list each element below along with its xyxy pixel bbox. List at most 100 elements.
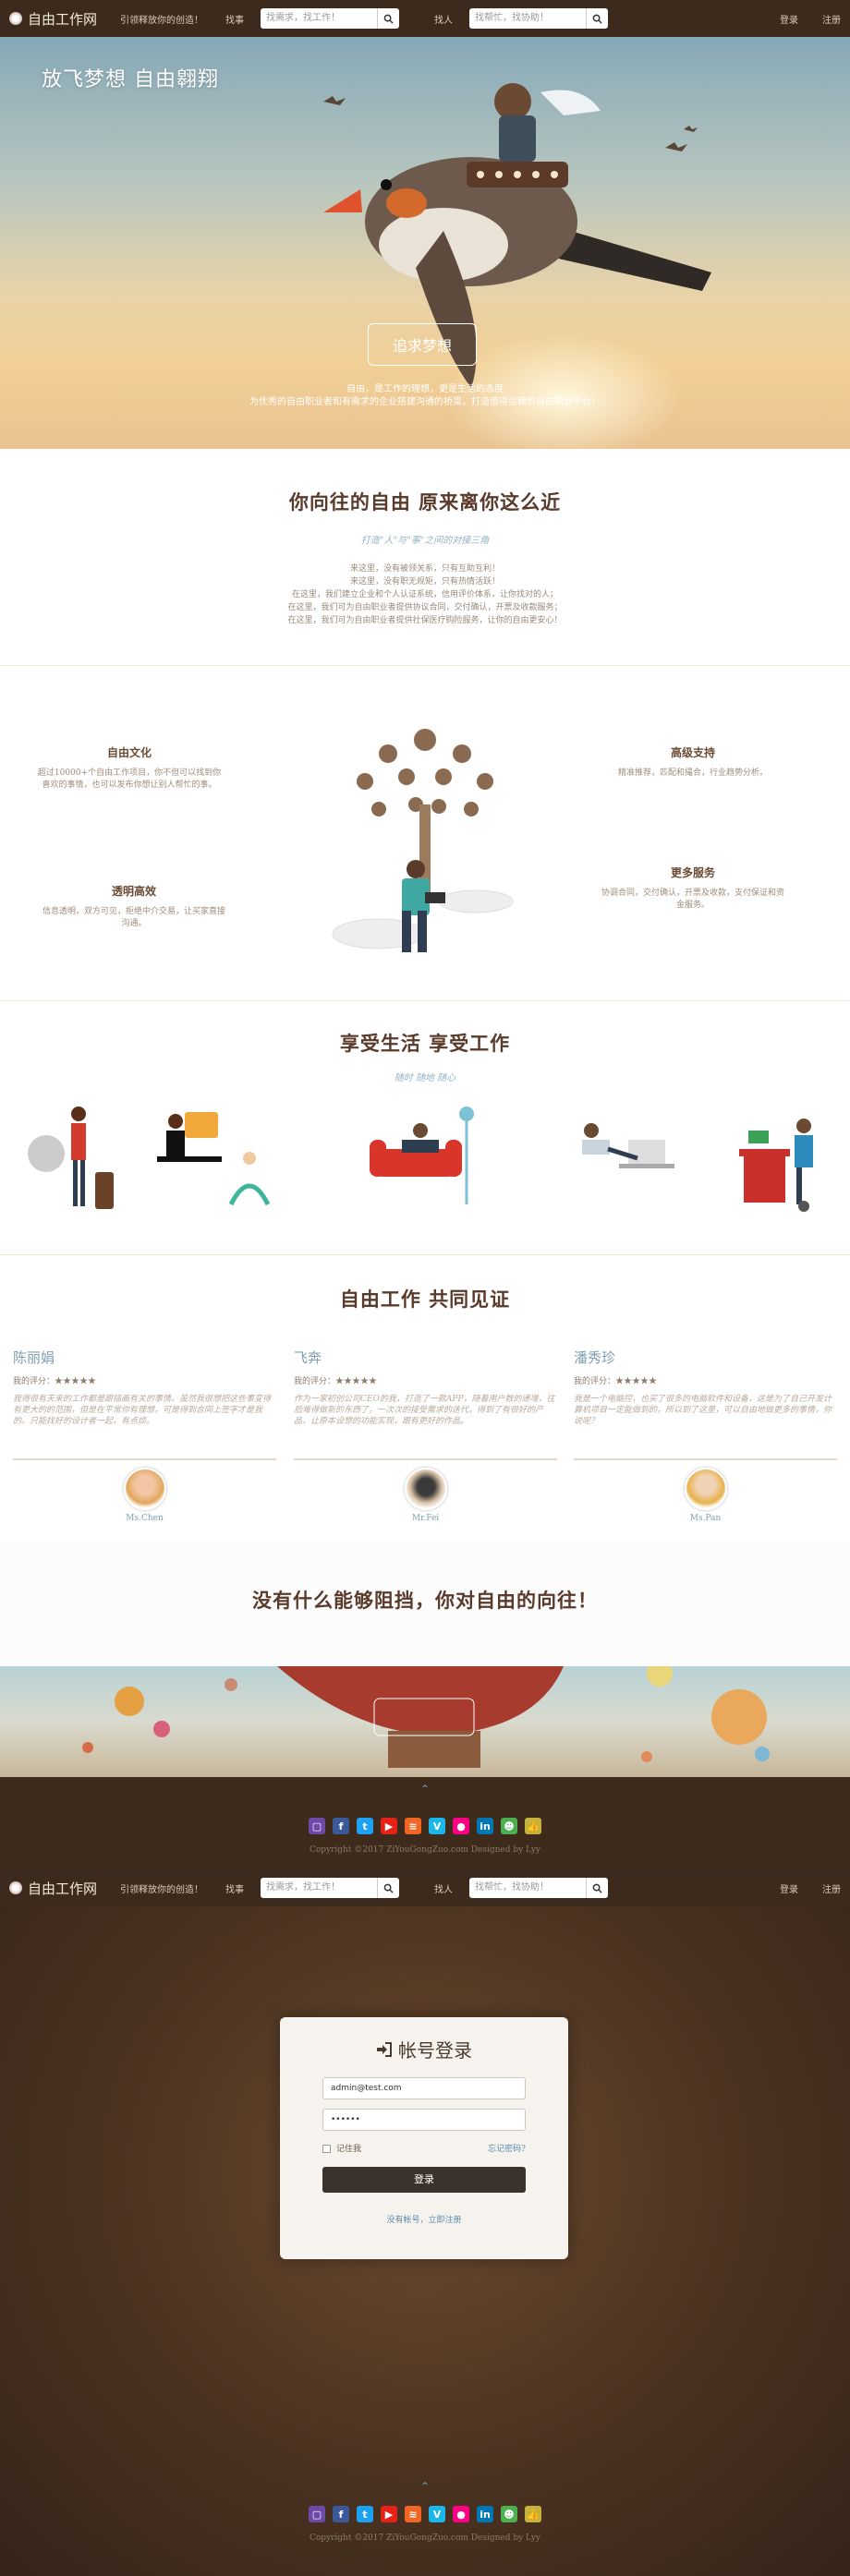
testimonial-name: 飞奔 xyxy=(294,1349,322,1366)
remember-checkbox[interactable] xyxy=(322,2145,331,2153)
rss-icon[interactable]: ≋ xyxy=(405,2506,421,2522)
nav-tagline: 引领释放你的创造！ xyxy=(120,1884,203,1895)
android-icon[interactable]: ☻ xyxy=(501,2506,517,2522)
search-icon xyxy=(383,1883,394,1893)
testimonial-body: 我是一个电脑控，也买了很多的电脑软件和设备，这是为了自己开发计算机项目一定能做到… xyxy=(574,1395,832,1426)
people-search-input[interactable]: 找帮忙，找协助！ xyxy=(469,1878,586,1898)
login-card: 帐号登录 admin@test.com •••••• 记住我 忘记密码? 登录 … xyxy=(280,2017,568,2259)
nav-link-projects[interactable]: 找事 xyxy=(225,12,244,26)
project-search-button[interactable] xyxy=(377,8,399,29)
remote-worker-illustration xyxy=(157,1112,271,1206)
back-to-top-icon[interactable]: ⌃ xyxy=(0,1777,850,1796)
project-search-input[interactable]: 找需求，找工作！ xyxy=(261,1878,377,1898)
copyright: Copyright ©2017 ZiYouGongZuo.com Designe… xyxy=(309,2534,541,2543)
facebook-icon[interactable]: f xyxy=(333,1818,349,1834)
feature-transparent: 透明高效 信息透明，双方可见，拒绝中介交易，让买家直接沟通。 xyxy=(42,883,226,930)
testimonial-body: 我得很有天来的工作都是跟插画有关的事情。虽然我很想把这些事变得有更大的的范围，但… xyxy=(13,1395,272,1426)
android-icon[interactable]: ☻ xyxy=(501,1818,517,1834)
facebook-icon[interactable]: f xyxy=(333,2506,349,2522)
project-search-box: 找需求，找工作！ xyxy=(261,1878,399,1898)
thumbs-up-icon[interactable]: 👍 xyxy=(525,2506,541,2522)
register-link[interactable]: 没有帐号，立即注册 xyxy=(322,2213,526,2225)
intro-line: 来这里，没有被领关系，只有互助互利！ xyxy=(349,564,500,574)
divider xyxy=(294,1458,557,1460)
project-search-button[interactable] xyxy=(377,1878,399,1898)
lifestyle-title: 享受生活 享受工作 xyxy=(339,1032,511,1055)
testimonial-user[interactable]: Mr.Fei xyxy=(294,1514,557,1523)
testimonial-rating: 我的评分：★★★★★ xyxy=(294,1377,378,1386)
hero-subtitle-1: 自由，是工作的理想，更是生活的态度 xyxy=(346,384,504,394)
brand[interactable]: 自由工作网 xyxy=(9,1879,111,1898)
back-to-top-icon[interactable]: ⌃ xyxy=(0,2474,850,2493)
balloon-illustration xyxy=(82,1666,770,1768)
nav-link-people[interactable]: 找人 xyxy=(434,1881,453,1895)
search-icon xyxy=(383,14,394,24)
twitter-icon[interactable]: t xyxy=(357,2506,373,2522)
testimonial-user[interactable]: Ms.Chen xyxy=(13,1514,276,1523)
email-field[interactable]: admin@test.com xyxy=(322,2077,526,2099)
people-search-input[interactable]: 找帮忙，找协助！ xyxy=(469,8,586,29)
footer: ⌃ ▢ f t ▶ ≋ V ● in ☻ 👍 Copyright ©2017 Z… xyxy=(0,1777,850,1869)
feature-culture: 自由文化 超过10000+个自由工作项目，你不但可以找到你喜欢的事情，也可以发布… xyxy=(37,744,222,792)
nav-login-link[interactable]: 登录 xyxy=(780,12,798,26)
login-submit-button[interactable]: 登录 xyxy=(322,2167,526,2193)
balloon-banner xyxy=(0,1666,850,1777)
divider xyxy=(574,1458,837,1460)
brand[interactable]: 自由工作网 xyxy=(9,9,111,29)
remember-label: 记住我 xyxy=(336,2145,362,2154)
vine-icon[interactable]: V xyxy=(429,1818,445,1834)
nav-auth-links: 登录 注册 xyxy=(780,12,841,26)
people-search-button[interactable] xyxy=(586,8,608,29)
rss-icon[interactable]: ≋ xyxy=(405,1818,421,1834)
intro-section: 你向往的自由 原来离你这么近 打造"人"与"事"之间的对接三角 来这里，没有被领… xyxy=(0,449,850,666)
feature-title: 自由文化 xyxy=(106,746,152,759)
twitter-icon[interactable]: t xyxy=(357,1818,373,1834)
nav-link-people[interactable]: 找人 xyxy=(434,12,453,26)
features-section: 自由文化 超过10000+个自由工作项目，你不但可以找到你喜欢的事情，也可以发布… xyxy=(0,666,850,1001)
feature-title: 更多服务 xyxy=(670,866,715,879)
linkedin-icon[interactable]: in xyxy=(477,1818,493,1834)
remember-me[interactable]: 记住我 xyxy=(322,2142,361,2154)
flickr-icon[interactable]: ● xyxy=(453,2506,469,2522)
password-field[interactable]: •••••• xyxy=(322,2109,526,2131)
feature-support: 高级支持 精准推荐，匹配和撮合，行业趋势分析。 xyxy=(601,744,785,780)
vine-icon[interactable]: V xyxy=(429,2506,445,2522)
testimonials-title: 自由工作 共同见证 xyxy=(339,1288,511,1311)
thumbs-up-icon[interactable]: 👍 xyxy=(525,1818,541,1834)
testimonial-name: 陈丽娟 xyxy=(13,1349,55,1366)
nav-register-link[interactable]: 注册 xyxy=(822,12,841,26)
avatar[interactable] xyxy=(123,1468,166,1510)
nav-login-link[interactable]: 登录 xyxy=(780,1881,798,1895)
feature-title: 高级支持 xyxy=(670,746,715,759)
twitch-icon[interactable]: ▢ xyxy=(309,1818,325,1834)
youtube-icon[interactable]: ▶ xyxy=(381,1818,397,1834)
avatar[interactable] xyxy=(404,1468,447,1510)
lifestyle-subtitle: 随时 随地 随心 xyxy=(394,1073,456,1083)
testimonial-user[interactable]: Ms.Pan xyxy=(574,1514,837,1523)
social-links: ▢ f t ▶ ≋ V ● in ☻ 👍 xyxy=(0,2506,850,2522)
intro-line: 在这里，我们可为自由职业者提供协议合同，交付确认，开票及收款服务； xyxy=(287,603,563,612)
social-links: ▢ f t ▶ ≋ V ● in ☻ 👍 xyxy=(0,1818,850,1834)
sofa-relax-illustration xyxy=(370,1107,474,1204)
twitch-icon[interactable]: ▢ xyxy=(309,2506,325,2522)
avatar[interactable] xyxy=(684,1468,727,1510)
intro-subtitle: 打造"人"与"事"之间的对接三角 xyxy=(360,536,490,546)
brand-logo-icon xyxy=(9,12,22,25)
linkedin-icon[interactable]: in xyxy=(477,2506,493,2522)
nav-register-link[interactable]: 注册 xyxy=(822,1881,841,1895)
login-footer: ⌃ ▢ f t ▶ ≋ V ● in ☻ 👍 Copyright ©2017 Z… xyxy=(0,2474,850,2576)
hero-cta-button[interactable]: 追求梦想 xyxy=(368,323,477,366)
project-search-input[interactable]: 找需求，找工作！ xyxy=(261,8,377,29)
feature-text: 精准推荐，匹配和撮合，行业趋势分析。 xyxy=(617,768,768,778)
testimonial-body: 作为一家初创公司CEO的我，打造了一款APP，随着用户数的递增，往后难得做新的东… xyxy=(294,1395,555,1426)
nav-link-projects[interactable]: 找事 xyxy=(225,1881,244,1895)
feature-services: 更多服务 协调合同，交付确认，开票及收款，支付保证和资金服务。 xyxy=(601,865,785,912)
feature-text: 信息透明，双方可见，拒绝中介交易，让买家直接沟通。 xyxy=(42,907,225,928)
forgot-password-link[interactable]: 忘记密码? xyxy=(488,2142,526,2154)
youtube-icon[interactable]: ▶ xyxy=(381,2506,397,2522)
top-navbar: 自由工作网 引领释放你的创造！ 找事 找需求，找工作！ 找人 找帮忙，找协助！ … xyxy=(0,1869,850,1906)
project-search-box: 找需求，找工作！ xyxy=(261,8,399,29)
search-icon xyxy=(592,1883,602,1893)
flickr-icon[interactable]: ● xyxy=(453,1818,469,1834)
people-search-button[interactable] xyxy=(586,1878,608,1898)
